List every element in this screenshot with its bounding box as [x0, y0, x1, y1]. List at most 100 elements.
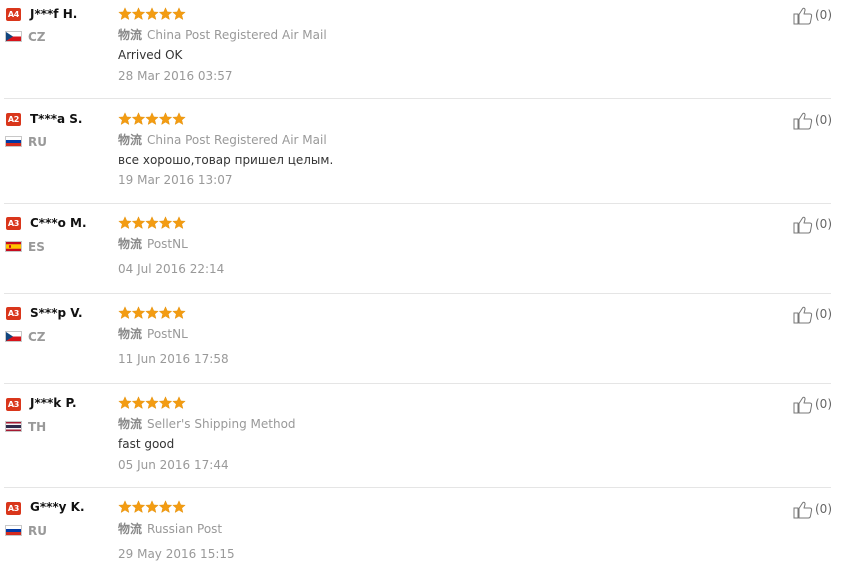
buyer-level-badge: A2 [6, 113, 21, 126]
shipping-method: 物流 PostNL [118, 235, 188, 252]
star-rating [118, 216, 188, 230]
star-icon [158, 396, 173, 409]
star-icon [145, 216, 159, 229]
buyer-country: RU [28, 135, 47, 149]
thumbs-up-icon[interactable] [793, 7, 813, 25]
star-icon [145, 112, 159, 125]
helpful-count: (0) [815, 217, 832, 231]
helpful-button[interactable]: (0) [793, 306, 833, 324]
logistics-label: 物流 [118, 417, 143, 431]
star-icon [118, 7, 132, 20]
shipping-method: 物流 Seller's Shipping Method [118, 415, 296, 432]
buyer-name: J***k P. [30, 396, 77, 410]
review-divider [4, 293, 831, 294]
review-divider [4, 98, 831, 99]
logistics-label: 物流 [118, 327, 143, 341]
helpful-count: (0) [815, 8, 832, 22]
star-icon [158, 7, 173, 20]
shipping-method-value: PostNL [147, 237, 188, 251]
star-icon [118, 112, 132, 125]
review-text: fast good [118, 437, 175, 451]
country-flag-icon [5, 525, 22, 536]
thumbs-up-icon[interactable] [793, 396, 813, 414]
helpful-button[interactable]: (0) [793, 501, 833, 519]
star-icon [131, 500, 146, 513]
review-text: все хорошо,товар пришел целым. [118, 153, 334, 167]
thumbs-up-icon[interactable] [793, 112, 813, 130]
review-date: 19 Mar 2016 13:07 [118, 173, 233, 187]
buyer-name: J***f H. [30, 7, 78, 21]
country-flag-icon [5, 241, 22, 252]
star-rating [118, 306, 188, 320]
star-icon [118, 500, 132, 513]
buyer-level-badge: A3 [6, 307, 21, 320]
helpful-button[interactable]: (0) [793, 112, 833, 130]
buyer-name: T***a S. [30, 112, 83, 126]
shipping-method-value: PostNL [147, 327, 188, 341]
shipping-method: 物流 Russian Post [118, 520, 222, 537]
thumbs-up-icon[interactable] [793, 216, 813, 234]
shipping-method: 物流 PostNL [118, 325, 188, 342]
shipping-method-value: China Post Registered Air Mail [147, 133, 327, 147]
buyer-country: TH [28, 420, 47, 434]
star-icon [158, 112, 173, 125]
country-flag-icon [5, 421, 22, 432]
star-icon [145, 396, 159, 409]
logistics-label: 物流 [118, 28, 143, 42]
helpful-count: (0) [815, 397, 832, 411]
star-icon [118, 216, 132, 229]
star-icon [158, 500, 173, 513]
helpful-count: (0) [815, 502, 832, 516]
star-icon [145, 500, 159, 513]
buyer-country: ES [28, 240, 45, 254]
star-rating [118, 112, 188, 126]
country-flag-icon [5, 31, 22, 42]
star-icon [145, 7, 159, 20]
buyer-name: S***p V. [30, 306, 83, 320]
thumbs-up-icon[interactable] [793, 306, 813, 324]
review-date: 04 Jul 2016 22:14 [118, 262, 225, 276]
shipping-method: 物流 China Post Registered Air Mail [118, 131, 327, 148]
shipping-method-value: Seller's Shipping Method [147, 417, 296, 431]
buyer-name: C***o M. [30, 216, 87, 230]
star-icon [118, 396, 132, 409]
star-icon [172, 396, 186, 409]
logistics-label: 物流 [118, 522, 143, 536]
star-rating [118, 7, 188, 21]
logistics-label: 物流 [118, 237, 143, 251]
review-date: 11 Jun 2016 17:58 [118, 352, 229, 366]
star-icon [131, 306, 146, 319]
review-date: 28 Mar 2016 03:57 [118, 69, 233, 83]
star-icon [172, 306, 186, 319]
star-icon [131, 396, 146, 409]
star-rating [118, 396, 188, 410]
helpful-button[interactable]: (0) [793, 396, 833, 414]
buyer-name: G***y K. [30, 500, 85, 514]
star-icon [158, 216, 173, 229]
buyer-level-badge: A3 [6, 398, 21, 411]
star-icon [131, 112, 146, 125]
helpful-button[interactable]: (0) [793, 7, 833, 25]
star-icon [172, 7, 186, 20]
thumbs-up-icon[interactable] [793, 501, 813, 519]
buyer-level-badge: A3 [6, 502, 21, 515]
helpful-button[interactable]: (0) [793, 216, 833, 234]
review-divider [4, 383, 831, 384]
star-icon [131, 216, 146, 229]
helpful-count: (0) [815, 113, 832, 127]
review-text: Arrived OK [118, 48, 183, 62]
star-icon [172, 216, 186, 229]
buyer-level-badge: A3 [6, 217, 21, 230]
buyer-country: CZ [28, 30, 46, 44]
helpful-count: (0) [815, 307, 832, 321]
star-icon [172, 500, 186, 513]
star-icon [172, 112, 186, 125]
shipping-method-value: Russian Post [147, 522, 223, 536]
country-flag-icon [5, 136, 22, 147]
buyer-country: CZ [28, 330, 46, 344]
country-flag-icon [5, 331, 22, 342]
star-icon [145, 306, 159, 319]
review-divider [4, 203, 831, 204]
star-icon [131, 7, 146, 20]
star-icon [118, 306, 132, 319]
